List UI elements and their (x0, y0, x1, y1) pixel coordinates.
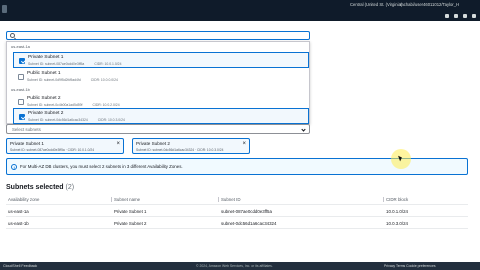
footer-links-left[interactable]: CloudShell Feedback (3, 264, 37, 268)
column-header: Availability zone (8, 197, 40, 202)
close-icon[interactable]: × (242, 141, 246, 147)
table-row: us-east-1a Private Subnet 1 subnet-087ae… (6, 207, 468, 217)
subnet-name: Private Subnet 1 (28, 55, 64, 60)
footer-copyright: © 2024, Amazon Web Services, Inc. or its… (196, 263, 273, 268)
console-footer: CloudShell Feedback © 2024, Amazon Web S… (0, 262, 480, 270)
subnet-name: Public Subnet 1 (27, 71, 61, 76)
notifications-icon[interactable] (454, 14, 458, 18)
subnet-dropdown: us-east-1a Private Subnet 1 Subnet ID: s… (6, 41, 310, 124)
help-icon[interactable] (463, 14, 467, 18)
menu-icon[interactable] (2, 5, 7, 13)
token-name: Private Subnet 2 (136, 141, 170, 146)
table-cell: us-east-1b (8, 221, 29, 226)
info-icon (11, 164, 17, 170)
cursor-highlight (391, 149, 411, 169)
column-divider[interactable] (218, 197, 219, 202)
token-meta: Subnet ID: subnet-0dc56d1a6cac34324 · CI… (136, 148, 224, 152)
cloudshell-icon[interactable] (445, 14, 449, 18)
table-cell: us-east-1a (8, 209, 29, 214)
checkbox-icon[interactable] (18, 99, 24, 105)
subnet-option[interactable]: Private Subnet 1 Subnet ID: subnet-087ae… (13, 52, 309, 68)
subnets-selected-heading: Subnets selected (2) (6, 184, 75, 191)
subnet-option[interactable]: Public Subnet 1 Subnet ID: subnet-0d9f5d… (13, 69, 309, 85)
token-name: Private Subnet 1 (10, 141, 44, 146)
info-text: For Multi-AZ DB clusters, you must selec… (20, 164, 183, 169)
table-header: Availability zone Subnet name Subnet ID … (6, 195, 468, 205)
subnet-meta: Subnet ID: subnet-0c4b00a1ad5d59f CIDR: 1… (27, 103, 120, 107)
subnet-meta: Subnet ID: subnet-087ae0cdd0e3ff5a CIDR: … (28, 62, 122, 66)
column-divider[interactable] (111, 197, 112, 202)
subnet-search-input[interactable] (6, 31, 310, 40)
subnet-name: Private Subnet 2 (28, 111, 64, 116)
account-menu[interactable]: rachabi/user46011012/Taylor_H (400, 2, 459, 7)
search-icon (10, 33, 15, 38)
nav-icons (445, 14, 476, 18)
subnet-meta: Subnet ID: subnet-0dc56d1a6cac34324 CIDR:… (28, 118, 125, 122)
checkbox-icon[interactable] (19, 114, 25, 120)
column-divider[interactable] (383, 197, 384, 202)
region-selector[interactable]: Central (United St. (Virginia) (350, 2, 402, 7)
table-row: us-east-1b Private Subnet 2 subnet-0dc56… (6, 219, 468, 229)
settings-icon[interactable] (472, 14, 476, 18)
checkbox-icon[interactable] (19, 58, 25, 64)
column-header: Subnet name (114, 197, 141, 202)
chevron-down-icon (301, 127, 306, 132)
close-icon[interactable]: × (116, 141, 120, 147)
column-header: CIDR block (386, 197, 409, 202)
subnet-option[interactable]: Private Subnet 2 Subnet ID: subnet-0dc56… (13, 108, 309, 124)
column-header: Subnet ID (221, 197, 241, 202)
checkbox-icon[interactable] (18, 74, 24, 80)
token-meta: Subnet ID: subnet-087ae0cdd0e3ff5a · CID… (10, 148, 95, 152)
table-cell: subnet-0dc56d1a6cac34324 (221, 221, 277, 226)
group-label-us-east-1b: us-east-1b (11, 87, 30, 92)
table-cell: 10.0.1.0/24 (386, 209, 408, 214)
selected-subnet-token: Private Subnet 2 Subnet ID: subnet-0dc56… (132, 138, 250, 154)
table-cell: Private Subnet 1 (114, 209, 147, 214)
table-cell: 10.0.3.0/24 (386, 221, 408, 226)
top-nav-bar: Central (United St. (Virginia) rachabi/u… (0, 0, 480, 21)
subnet-meta: Subnet ID: subnet-0d9f5d2fd9ad4fd CIDR: 1… (27, 78, 118, 82)
select-placeholder: Select subnets (12, 127, 41, 132)
table-cell: subnet-087ae0cdd0e3ff5a (221, 209, 272, 214)
selected-subnet-token: Private Subnet 1 Subnet ID: subnet-087ae… (6, 138, 124, 154)
subnets-select[interactable]: Select subnets (6, 124, 310, 134)
subnet-name: Public Subnet 2 (27, 96, 61, 101)
table-cell: Private Subnet 2 (114, 221, 147, 226)
group-label-us-east-1a: us-east-1a (11, 44, 30, 49)
footer-links-right[interactable]: Privacy Terms Cookie preferences (384, 264, 436, 268)
